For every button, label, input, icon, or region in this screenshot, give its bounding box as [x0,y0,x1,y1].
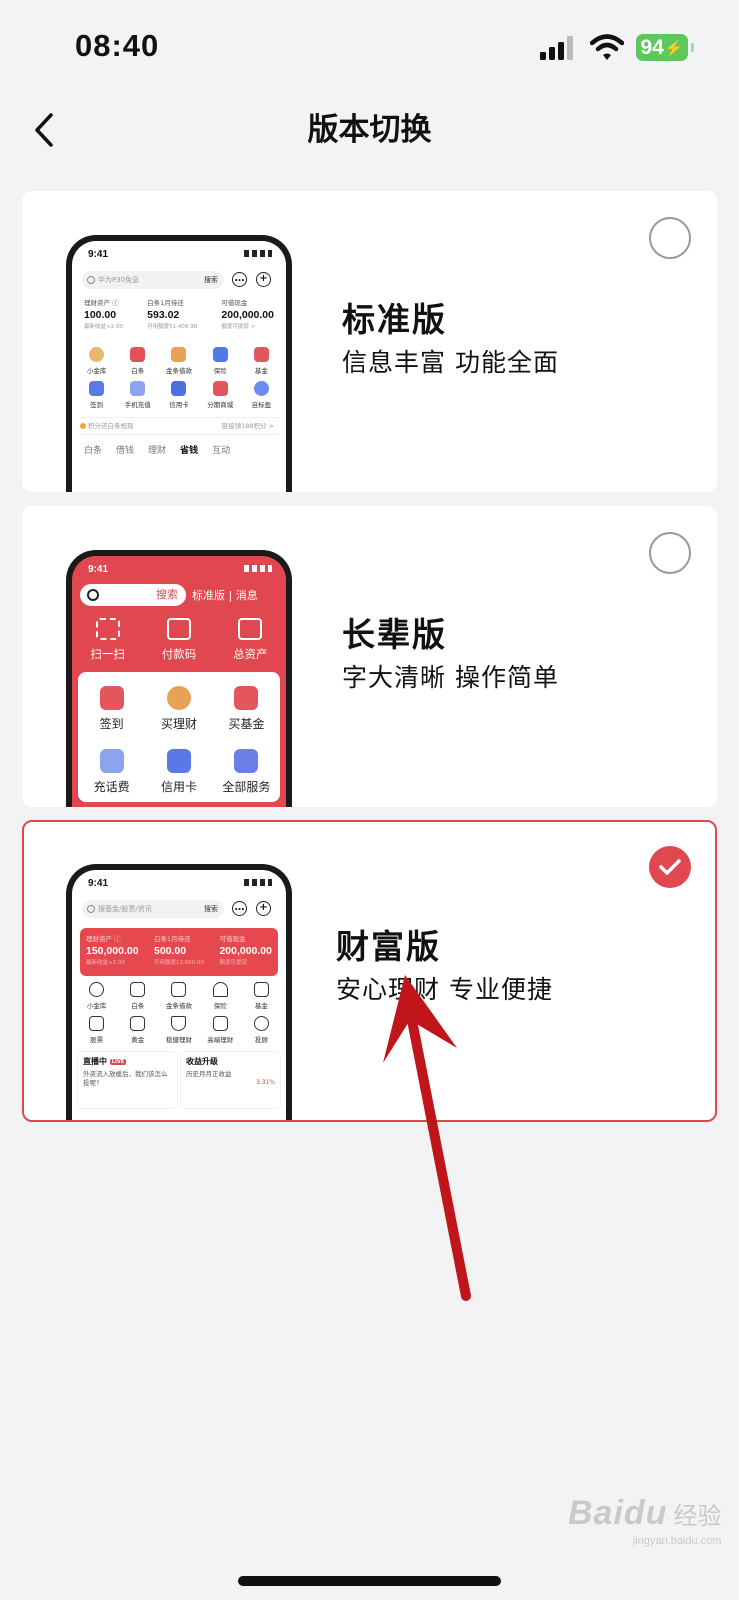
preview-grid-item: 买理财 [145,686,212,739]
preview-grid-item: 稳健理财 [158,1016,199,1044]
preview-grid-item: 充话费 [78,749,145,802]
preview-search-bar: 华为P30免息 搜索 [82,271,224,289]
preview-grid-item: 小金库 [76,982,117,1010]
option-title: 财富版 [336,927,441,966]
status-time: 08:40 [75,28,160,63]
preview-grid-item: 保险 [200,982,241,1010]
charging-bolt-icon: ⚡ [664,39,684,57]
wifi-icon [590,34,624,60]
preview-grid-item: 信用卡 [145,749,212,802]
radio-unchecked-icon[interactable] [649,217,691,259]
preview-live-card: 直播中 LIVE 外资流入放缓后，我们该怎么投呢? [78,1052,177,1108]
preview-search-placeholder: 搜基金/股票/资讯 [98,905,152,913]
plus-icon: + [256,272,271,287]
elder-preview-image: 9:41 搜索 标准版 | 消息 扫一扫 付款码 总资产 签到 买理财 买基金 … [66,550,292,807]
preview-search-button: 搜索 [204,905,218,913]
preview-grid-item: 金条借款 [158,347,199,375]
preview-quick-item: 付款码 [162,618,196,662]
preview-grid-item: 投顾 [241,1016,282,1044]
preview-search-button: 搜索 [156,588,178,601]
plus-icon: + [256,901,271,916]
preview-asset: 理财资产 ⓘ 100.00 最新收益+2.00 [84,299,123,330]
battery-level: 94 [640,35,664,59]
preview-grid-item: 手机充值 [117,381,158,409]
preview-search-button: 搜索 [204,276,218,284]
preview-banner: 积分还白条规现 链接领188积分 > [80,417,278,435]
option-description: 信息丰富 功能全面 [342,348,559,377]
preview-grid-item: 高端理财 [200,1016,241,1044]
preview-asset: 可借现金 200,000.00 额度可提现 > [221,299,274,330]
preview-top-links: 标准版 | 消息 [192,589,258,602]
checkmark-icon [659,859,681,875]
preview-grid-item: 白条 [117,347,158,375]
radio-unchecked-icon[interactable] [649,532,691,574]
cellular-signal-icon [540,36,574,60]
option-description: 字大清晰 操作简单 [342,663,559,692]
preview-grid-item: 签到 [76,381,117,409]
message-icon: … [232,901,247,916]
preview-grid-item: 买基金 [213,686,280,739]
preview-grid-item: 基金 [241,347,282,375]
preview-grid-item: 股票 [76,1016,117,1044]
preview-quick-item: 总资产 [233,618,268,662]
preview-asset: 理财资产 ⓘ 150,000.00 最新收益+2.00 [86,935,139,966]
message-icon: … [232,272,247,287]
preview-grid-item: 全部服务 [213,749,280,802]
page-title: 版本切换 [307,112,432,148]
preview-grid-item: 签到 [78,686,145,739]
preview-search-placeholder: 华为P30免息 [98,276,140,284]
option-title: 长辈版 [342,615,447,654]
status-bar: 08:40 94 ⚡ [0,0,739,96]
preview-asset: 可借现金 200,000.00 额度可提现 [219,935,272,966]
wealth-preview-image: 9:41 搜基金/股票/资讯 搜索 … + 理财资产 ⓘ 150,000.00 最新… [66,864,292,1120]
option-description: 安心理财 专业便捷 [336,975,553,1004]
preview-time: 9:41 [88,249,109,260]
preview-grid-item: 金条借款 [158,982,199,1010]
preview-grid-item: 基金 [241,982,282,1010]
version-option-elder[interactable]: 9:41 搜索 标准版 | 消息 扫一扫 付款码 总资产 签到 买理财 买基金 … [22,506,717,807]
preview-tabs: 白条 借钱 理财 省钱 互动 [84,446,231,456]
preview-upgrade-card: 收益升级 历史月月正收益 3.31% [181,1052,280,1108]
option-title: 标准版 [342,300,447,339]
preview-quick-item: 扫一扫 [90,618,125,662]
preview-grid-item: 信用卡 [158,381,199,409]
version-option-wealth[interactable]: 9:41 搜基金/股票/资讯 搜索 … + 理财资产 ⓘ 150,000.00 最新… [22,820,717,1122]
preview-grid-item: 分期商城 [200,381,241,409]
preview-search-bar: 搜基金/股票/资讯 搜索 [82,900,224,918]
preview-time: 9:41 [88,878,109,889]
preview-grid-item: 自标盈 [241,381,282,409]
preview-grid-item: 黄金 [117,1016,158,1044]
preview-asset: 白条1月待还 500.00 可用额度12,000.00 [154,935,204,966]
baidu-jingyan-watermark: Baidu 经验 jingyan.baidu.com [568,1494,722,1547]
preview-grid-item: 小金库 [76,347,117,375]
home-indicator[interactable] [238,1576,501,1586]
version-option-standard[interactable]: 9:41 华为P30免息 搜索 … + 理财资产 ⓘ 100.00 最新收益+2.0… [22,191,717,492]
preview-search-bar: 搜索 [80,584,186,606]
preview-time: 9:41 [88,564,109,575]
standard-preview-image: 9:41 华为P30免息 搜索 … + 理财资产 ⓘ 100.00 最新收益+2.0… [66,235,292,492]
radio-checked-icon[interactable] [649,846,691,888]
battery-indicator: 94 ⚡ [636,34,694,61]
preview-grid-item: 保险 [200,347,241,375]
preview-grid-item: 白条 [117,982,158,1010]
preview-asset: 白条1月待还 593.02 可用额度51,409.98 [147,299,198,330]
